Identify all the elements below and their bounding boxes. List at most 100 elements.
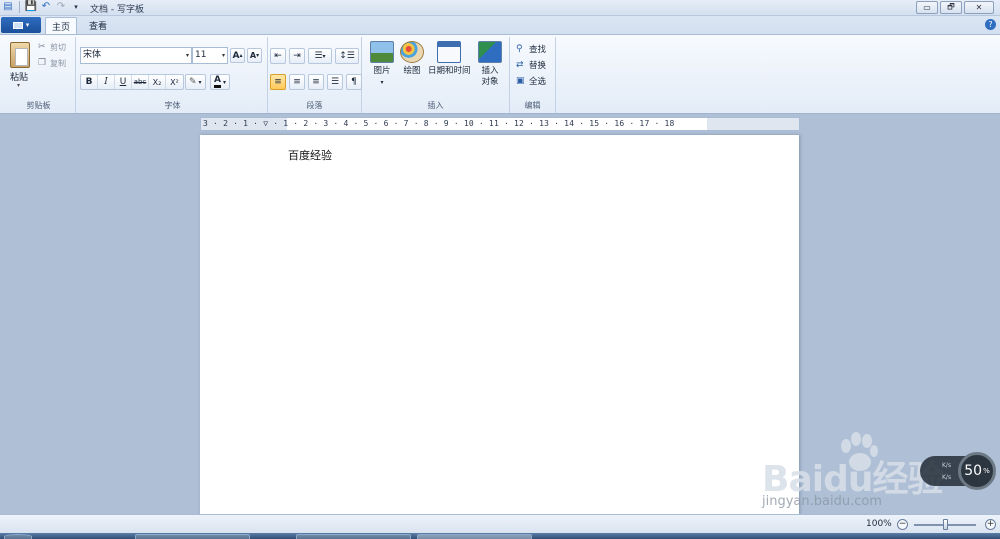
chevron-down-icon: ▾ xyxy=(221,52,225,59)
italic-button[interactable]: I xyxy=(98,75,115,89)
paragraph-settings-icon[interactable]: ¶ xyxy=(346,74,362,90)
increase-indent-icon[interactable]: ⇥ xyxy=(289,48,305,64)
select-all-icon: ▣ xyxy=(516,76,525,86)
paragraph-group-label: 段落 xyxy=(306,101,323,110)
save-icon[interactable]: 💾 xyxy=(25,1,37,13)
font-group: 宋体 ▾ 11 ▾ A ▴ A ▾ B I U abc X₂ X² ✎ ▾ A ▾ … xyxy=(78,37,268,113)
zoom-out-button[interactable]: − xyxy=(897,519,908,530)
strikethrough-button[interactable]: abc xyxy=(132,75,149,89)
speed-rows: K/s K/s xyxy=(942,460,951,484)
superscript-button[interactable]: X² xyxy=(166,75,183,89)
insert-picture-button[interactable]: 图片 ▾ xyxy=(370,41,394,88)
insert-group-label: 插入 xyxy=(427,101,444,110)
tab-view[interactable]: 查看 xyxy=(82,17,114,34)
insert-object-button[interactable]: 插入 对象 xyxy=(478,41,502,88)
find-button[interactable]: ⚲ 查找 xyxy=(516,43,546,55)
align-left-icon[interactable]: ≡ xyxy=(270,74,286,90)
paint-drawing-label: 绘图 xyxy=(403,66,421,76)
select-all-label: 全选 xyxy=(529,77,547,87)
app-icon[interactable]: ▤ xyxy=(2,1,14,13)
shrink-font-button[interactable]: A ▾ xyxy=(247,48,262,63)
paste-dropdown-icon[interactable]: ▾ xyxy=(17,82,20,89)
bold-button[interactable]: B xyxy=(81,75,98,89)
replace-button[interactable]: ⇄ 替换 xyxy=(516,59,546,71)
line-spacing-icon[interactable]: ↕☰ xyxy=(335,48,359,64)
grow-font-button[interactable]: A ▴ xyxy=(230,48,245,63)
document-workspace: 百度经验 xyxy=(0,132,1000,517)
zoom-slider-thumb[interactable] xyxy=(942,519,948,530)
taskbar-item-explorer[interactable] xyxy=(296,534,411,539)
chevron-down-icon: ▾ xyxy=(222,78,226,86)
ribbon-tabs: ▾ 主页 查看 ? xyxy=(0,16,1000,34)
palette-icon xyxy=(400,41,424,63)
undo-icon[interactable]: ↶ xyxy=(40,1,52,13)
align-right-icon[interactable]: ≡ xyxy=(308,74,324,90)
insert-object-label-1: 插入 xyxy=(481,66,499,76)
object-icon xyxy=(478,41,502,63)
highlight-color-button[interactable]: ✎ ▾ xyxy=(185,74,206,90)
clipboard-group-label: 剪贴板 xyxy=(26,101,51,110)
network-speed-widget[interactable]: K/s K/s 50% xyxy=(920,452,1000,492)
chevron-down-icon: ▾ xyxy=(25,21,30,29)
highlighter-icon: ✎ xyxy=(189,77,197,87)
window-title: 文档 - 写字板 xyxy=(90,5,144,15)
close-button[interactable]: ✕ xyxy=(964,1,994,14)
date-time-button[interactable]: 日期和时间 xyxy=(428,41,471,77)
decrease-indent-icon[interactable]: ⇤ xyxy=(270,48,286,64)
font-size-value: 11 xyxy=(195,50,207,60)
redo-icon[interactable]: ↷ xyxy=(55,1,67,13)
underline-button[interactable]: U xyxy=(115,75,132,89)
font-color-icon: A xyxy=(214,76,221,88)
document-page[interactable]: 百度经验 xyxy=(200,135,799,517)
start-button[interactable] xyxy=(4,534,32,539)
editing-group-label: 编辑 xyxy=(524,101,541,110)
editing-group: ⚲ 查找 ⇄ 替换 ▣ 全选 编辑 xyxy=(510,37,556,113)
taskbar-item-browser[interactable] xyxy=(135,534,250,539)
zoom-in-button[interactable]: + xyxy=(985,519,996,530)
copy-button: ❐ 复制 xyxy=(38,58,66,69)
gauge-percent: 50 xyxy=(964,463,983,479)
ruler[interactable]: 3 · 2 · 1 · ▽ · 1 · 2 · 3 · 4 · 5 · 6 · … xyxy=(200,117,800,131)
chevron-down-icon: ▾ xyxy=(198,78,202,86)
status-bar: 100% − + xyxy=(0,514,1000,533)
title-bar: ▤ 💾 ↶ ↷ ▾ 文档 - 写字板 ▭ 🗗 ✕ xyxy=(0,0,1000,16)
qat-separator xyxy=(19,1,20,13)
window-controls: ▭ 🗗 ✕ xyxy=(916,1,994,14)
align-center-icon[interactable]: ≡ xyxy=(289,74,305,90)
upload-speed: K/s xyxy=(942,462,952,469)
font-family-select[interactable]: 宋体 ▾ xyxy=(80,47,192,64)
font-color-button[interactable]: A ▾ xyxy=(210,74,230,90)
gauge-unit: % xyxy=(983,467,990,475)
app-menu-icon xyxy=(12,21,23,29)
application-menu-button[interactable]: ▾ xyxy=(1,17,41,33)
date-time-label: 日期和时间 xyxy=(428,66,471,76)
cut-button: ✂ 剪切 xyxy=(38,42,66,53)
insert-object-label-2: 对象 xyxy=(481,77,499,87)
scissors-icon: ✂ xyxy=(38,42,46,52)
document-text[interactable]: 百度经验 xyxy=(288,147,332,163)
tab-home[interactable]: 主页 xyxy=(45,17,77,34)
font-family-value: 宋体 xyxy=(83,50,102,60)
calendar-icon xyxy=(437,41,462,63)
ribbon: 粘贴 ▾ ✂ 剪切 ❐ 复制 剪贴板 宋体 ▾ 11 ▾ A ▴ A ▾ B I U… xyxy=(0,34,1000,114)
memory-usage-gauge: 50% xyxy=(958,452,996,490)
subscript-button[interactable]: X₂ xyxy=(149,75,166,89)
taskbar-item-wordpad[interactable] xyxy=(417,534,532,539)
paste-icon[interactable] xyxy=(10,42,30,68)
customize-qat-icon[interactable]: ▾ xyxy=(70,1,82,13)
justify-icon[interactable]: ☰ xyxy=(327,74,343,90)
quick-access-toolbar: ▤ 💾 ↶ ↷ ▾ xyxy=(2,1,82,13)
binoculars-icon: ⚲ xyxy=(516,44,523,54)
help-icon[interactable]: ? xyxy=(985,19,996,30)
bullet-list-icon[interactable]: ☰ ▾ xyxy=(308,48,332,64)
select-all-button[interactable]: ▣ 全选 xyxy=(516,75,546,87)
font-size-select[interactable]: 11 ▾ xyxy=(192,47,228,64)
restore-button[interactable]: 🗗 xyxy=(940,1,962,14)
paint-drawing-button[interactable]: 绘图 xyxy=(400,41,424,77)
insert-picture-label: 图片 xyxy=(373,66,391,76)
copy-label: 复制 xyxy=(50,59,66,68)
cut-label: 剪切 xyxy=(50,43,66,52)
minimize-button[interactable]: ▭ xyxy=(916,1,938,14)
ruler-scale: 3 · 2 · 1 · ▽ · 1 · 2 · 3 · 4 · 5 · 6 · … xyxy=(203,119,675,128)
paragraph-group: ⇤ ⇥ ☰ ▾ ↕☰ ≡ ≡ ≡ ☰ ¶ 段落 xyxy=(268,37,362,113)
